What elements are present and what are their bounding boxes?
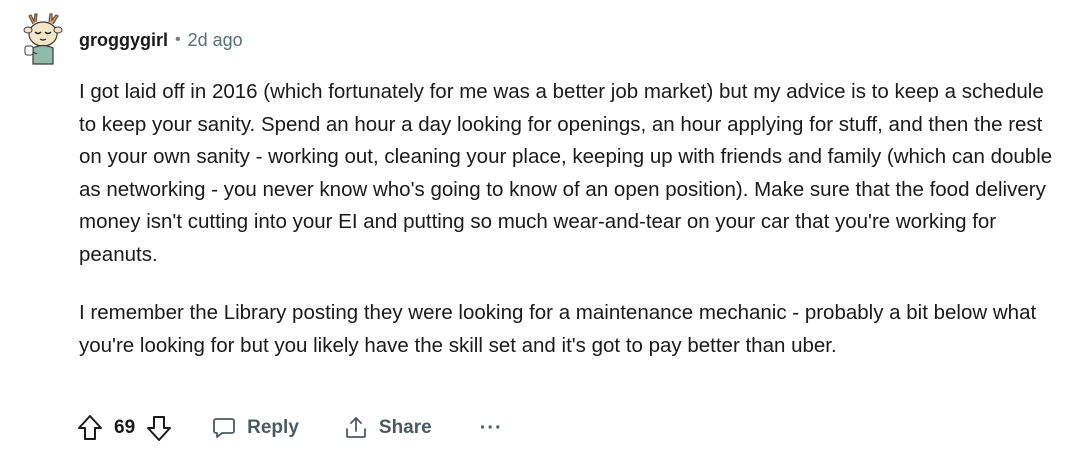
comment-paragraph: I got laid off in 2016 (which fortunatel…	[79, 80, 1053, 266]
reply-button[interactable]: Reply	[211, 415, 299, 441]
share-button[interactable]: Share	[343, 415, 432, 441]
comment-paragraph: I remember the Library posting they were…	[79, 301, 1037, 357]
avatar[interactable]	[19, 10, 67, 66]
reply-label: Reply	[247, 417, 299, 438]
share-arrow-icon	[343, 415, 369, 441]
timestamp[interactable]: 2d ago	[188, 30, 243, 51]
comment-header: groggygirl • 2d ago	[79, 28, 243, 52]
more-options-button[interactable]: ···	[480, 418, 503, 438]
comment-actions: 69 Reply Share ···	[76, 410, 503, 446]
meta-separator: •	[175, 31, 181, 48]
username[interactable]: groggygirl	[79, 30, 168, 51]
downvote-arrow-icon[interactable]	[145, 413, 173, 443]
ellipsis-icon: ···	[479, 417, 503, 439]
vote-count: 69	[114, 417, 136, 438]
comment: groggygirl • 2d ago I got laid off in 20…	[0, 0, 1080, 465]
upvote-arrow-icon[interactable]	[76, 413, 104, 443]
speech-bubble-icon	[211, 415, 237, 441]
comment-body: I got laid off in 2016 (which fortunatel…	[79, 76, 1059, 362]
snoo-avatar-icon	[23, 13, 63, 65]
share-label: Share	[378, 417, 432, 438]
